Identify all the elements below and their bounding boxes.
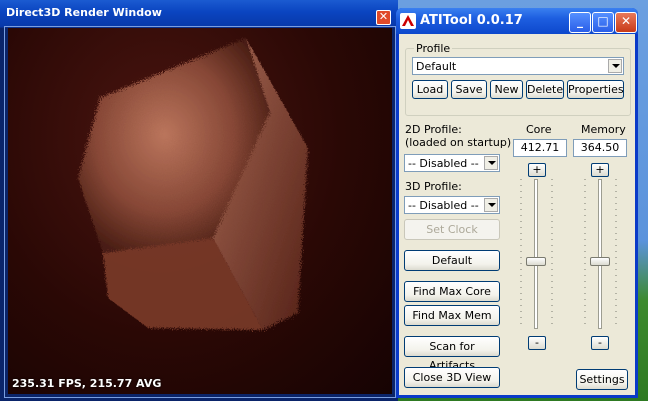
core-slider-thumb[interactable]	[526, 256, 546, 266]
core-ticks-right	[551, 179, 553, 329]
memory-slider-track[interactable]	[598, 179, 602, 329]
atitool-window: ATITool 0.0.17 _ □ ✕ Profile Default Loa…	[396, 8, 638, 398]
d3d-titlebar[interactable]: Direct3D Render Window ✕	[0, 0, 398, 28]
memory-decrease-button[interactable]: -	[591, 336, 609, 350]
delete-button[interactable]: Delete	[526, 80, 564, 99]
settings-button[interactable]: Settings	[576, 369, 628, 390]
minimize-button[interactable]: _	[569, 12, 591, 33]
scan-artifacts-button[interactable]: Scan for Artifacts	[404, 336, 500, 372]
maximize-button[interactable]: □	[592, 12, 614, 33]
core-clock-field[interactable]: 412.71	[513, 139, 567, 157]
chevron-down-icon[interactable]	[608, 59, 622, 73]
load-button[interactable]: Load	[412, 80, 448, 99]
memory-slider-thumb[interactable]	[590, 256, 610, 266]
close-3d-view-button[interactable]: Close 3D View	[404, 367, 500, 388]
find-max-core-button[interactable]: Find Max Core	[404, 281, 500, 302]
atitool-window-title: ATITool 0.0.17	[420, 13, 523, 28]
d3d-window-title: Direct3D Render Window	[6, 6, 162, 19]
close-button[interactable]: ✕	[615, 12, 637, 33]
properties-button[interactable]: Properties	[567, 80, 624, 99]
d3d-window: Direct3D Render Window ✕ 235.31 FPS, 215…	[0, 0, 398, 401]
2d-profile-label: 2D Profile:	[405, 123, 462, 136]
fur-cube-image	[78, 38, 308, 330]
3d-profile-select[interactable]: -- Disabled --	[404, 196, 500, 214]
find-max-mem-button[interactable]: Find Max Mem	[404, 305, 500, 326]
core-slider-track[interactable]	[534, 179, 538, 329]
2d-profile-select[interactable]: -- Disabled --	[404, 154, 500, 172]
2d-profile-sublabel: (loaded on startup)	[405, 136, 512, 149]
profile-group-label: Profile	[414, 42, 453, 55]
app-icon	[400, 13, 416, 29]
memory-label: Memory	[581, 123, 626, 136]
3d-profile-label: 3D Profile:	[405, 180, 462, 193]
memory-ticks-right	[615, 179, 617, 329]
fps-readout: 235.31 FPS, 215.77 AVG	[12, 377, 162, 390]
3d-profile-value: -- Disabled --	[408, 199, 479, 212]
core-decrease-button[interactable]: -	[528, 336, 546, 350]
core-ticks-left	[520, 179, 522, 329]
core-label: Core	[526, 123, 552, 136]
memory-ticks-left	[584, 179, 586, 329]
set-clock-button[interactable]: Set Clock	[404, 219, 500, 240]
memory-increase-button[interactable]: +	[591, 163, 609, 177]
chevron-down-icon[interactable]	[484, 198, 498, 212]
core-increase-button[interactable]: +	[528, 163, 546, 177]
atitool-client: Profile Default Load Save New Delete Pro…	[399, 34, 635, 395]
default-button[interactable]: Default	[404, 250, 500, 271]
d3d-close-button[interactable]: ✕	[376, 10, 391, 25]
chevron-down-icon[interactable]	[484, 156, 498, 170]
profile-group: Profile Default Load Save New Delete Pro…	[405, 42, 631, 116]
2d-profile-value: -- Disabled --	[408, 157, 479, 170]
save-button[interactable]: Save	[451, 80, 487, 99]
profile-select[interactable]: Default	[412, 57, 624, 75]
render-viewport: 235.31 FPS, 215.77 AVG	[8, 28, 392, 394]
new-button[interactable]: New	[490, 80, 523, 99]
atitool-titlebar[interactable]: ATITool 0.0.17 _ □ ✕	[396, 8, 638, 34]
memory-clock-field[interactable]: 364.50	[573, 139, 627, 157]
profile-select-value: Default	[416, 60, 457, 73]
